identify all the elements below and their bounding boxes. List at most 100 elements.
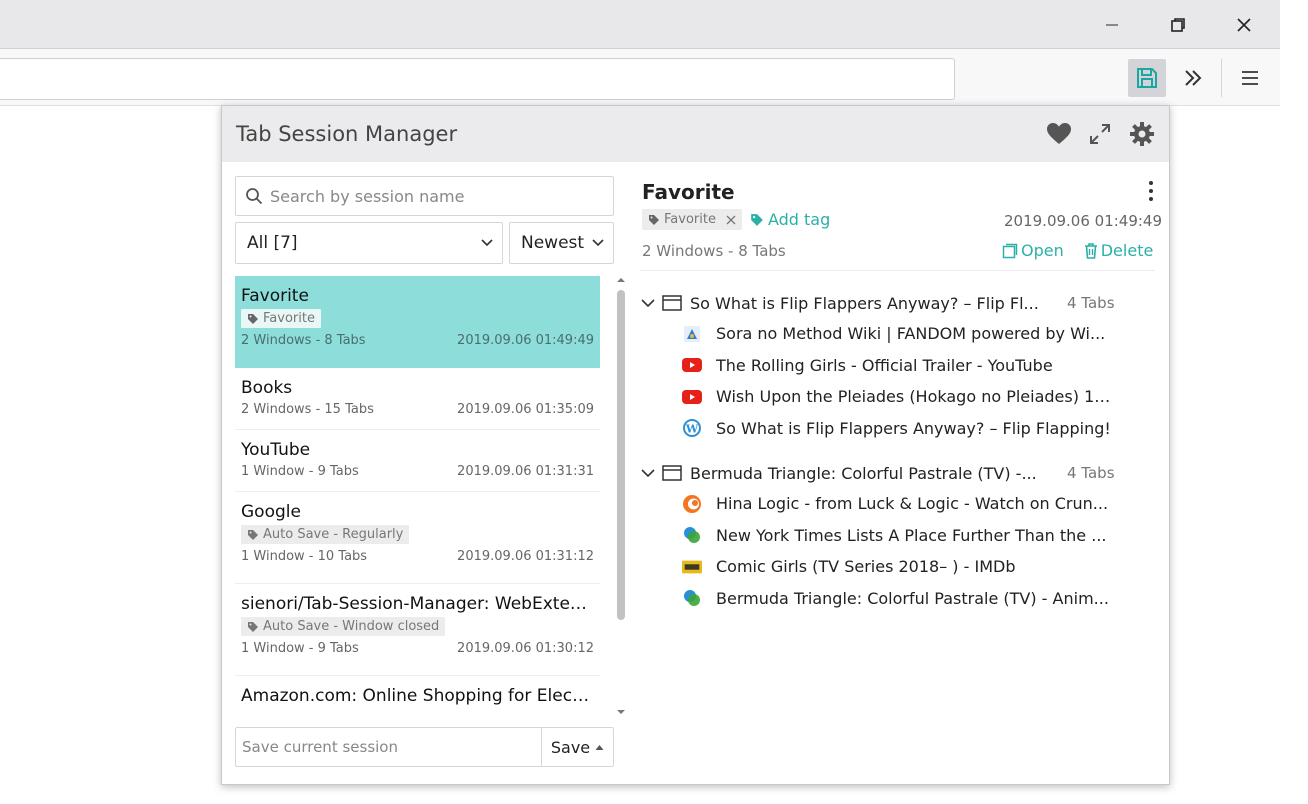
tab-session-manager-popup: Tab Session Manager Search by session na… <box>221 105 1170 785</box>
filter-select[interactable]: All [7] <box>235 222 503 264</box>
chevron-down-icon[interactable] <box>640 297 656 309</box>
app-menu-button[interactable] <box>1231 59 1269 97</box>
session-date: 2019.09.06 01:49:49 <box>457 332 594 348</box>
anime-news-network-favicon-icon <box>684 590 700 607</box>
detail-menu-button[interactable] <box>1143 178 1159 208</box>
restore-icon <box>1171 18 1185 32</box>
tab-item[interactable]: Bermuda Triangle: Colorful Pastrale (TV)… <box>640 583 1160 615</box>
tab-session-manager-button[interactable] <box>1128 59 1166 97</box>
toolbar-separator <box>1221 59 1222 97</box>
session-date: 2019.09.06 01:35:09 <box>457 402 594 417</box>
session-date: 2019.09.06 01:31:31 <box>457 464 594 479</box>
session-date: 2019.09.06 01:31:12 <box>457 548 594 564</box>
tab-item[interactable]: Comic Girls (TV Series 2018– ) - IMDb <box>640 551 1160 583</box>
tab-title: Bermuda Triangle: Colorful Pastrale (TV)… <box>716 588 1109 608</box>
tab-title: New York Times Lists A Place Further Tha… <box>716 525 1107 545</box>
popup-title: Tab Session Manager <box>236 122 458 146</box>
gear-icon <box>1130 122 1154 146</box>
detail-count: 2 Windows - 8 Tabs <box>642 242 786 260</box>
session-tag: Auto Save - Window closed <box>241 617 446 636</box>
tab-item[interactable]: The Rolling Girls - Official Trailer - Y… <box>640 350 1160 382</box>
tab-title: Wish Upon the Pleiades (Hokago no Pleiad… <box>716 387 1116 407</box>
anime-news-network-favicon-icon <box>684 527 700 544</box>
window-tab-count: 4 Tabs <box>1067 294 1115 312</box>
scroll-down-icon <box>617 710 625 714</box>
chevron-down-icon <box>481 239 493 247</box>
search-input[interactable] <box>270 177 600 215</box>
tab-item[interactable]: Sora no Method Wiki | FANDOM powered by … <box>640 318 1160 350</box>
close-window-button[interactable] <box>1224 8 1264 42</box>
session-name: Amazon.com: Online Shopping for Electro.… <box>241 686 594 706</box>
session-item[interactable]: YouTube 1 Window - 9 Tabs 2019.09.06 01:… <box>235 430 600 492</box>
session-item[interactable]: Favorite Favorite 2 Windows - 8 Tabs 201… <box>235 276 600 368</box>
window-header[interactable]: Bermuda Triangle: Colorful Pastrale (TV)… <box>640 458 1160 488</box>
open-button[interactable]: Open <box>1002 241 1064 260</box>
sort-select[interactable]: Newest <box>509 222 614 264</box>
session-name: Books <box>241 378 293 398</box>
search-icon <box>246 188 263 205</box>
tag-icon <box>248 313 258 324</box>
window-title: Bermuda Triangle: Colorful Pastrale (TV)… <box>690 463 1037 483</box>
fandom-favicon-icon <box>684 325 700 342</box>
minimize-icon <box>1106 24 1118 26</box>
double-chevron-right-icon <box>1185 70 1202 86</box>
tab-title: So What is Flip Flappers Anyway? – Flip … <box>716 418 1111 438</box>
youtube-favicon-icon <box>682 358 702 373</box>
tab-title: Comic Girls (TV Series 2018– ) - IMDb <box>716 557 1016 577</box>
session-date: 2019.09.06 01:30:12 <box>457 640 594 656</box>
delete-button[interactable]: Delete <box>1084 241 1153 260</box>
window-group: So What is Flip Flappers Anyway? – Flip … <box>640 288 1160 444</box>
tab-item[interactable]: Hina Logic - from Luck & Logic - Watch o… <box>640 488 1160 520</box>
save-button[interactable]: Save <box>541 728 613 766</box>
session-name: Favorite <box>241 286 309 306</box>
window-tab-count: 4 Tabs <box>1067 464 1115 482</box>
save-session-bar: Save <box>235 727 614 767</box>
tab-item[interactable]: W So What is Flip Flappers Anyway? – Fli… <box>640 413 1160 445</box>
add-tag-button[interactable]: Add tag <box>750 210 830 229</box>
session-item[interactable]: Amazon.com: Online Shopping for Electro.… <box>235 676 600 716</box>
window-title: So What is Flip Flappers Anyway? – Flip … <box>690 293 1039 313</box>
sort-select-value: Newest <box>521 233 585 253</box>
session-list-scrollbar[interactable] <box>614 276 626 716</box>
chevron-down-icon <box>592 239 604 247</box>
session-count: 1 Window - 10 Tabs <box>241 548 368 564</box>
donate-button[interactable] <box>1045 120 1073 148</box>
settings-button[interactable] <box>1128 120 1156 148</box>
restore-button[interactable] <box>1158 8 1198 42</box>
url-bar[interactable] <box>0 58 955 100</box>
session-name: YouTube <box>241 440 311 460</box>
tab-title: Hina Logic - from Luck & Logic - Watch o… <box>716 494 1109 514</box>
close-icon <box>1237 18 1251 32</box>
heart-icon <box>1047 123 1071 144</box>
wordpress-favicon-icon: W <box>683 419 701 438</box>
session-count: 2 Windows - 8 Tabs <box>241 332 366 348</box>
chevron-down-icon[interactable] <box>640 467 656 479</box>
remove-tag-icon[interactable] <box>726 215 736 225</box>
tab-item[interactable]: Wish Upon the Pleiades (Hokago no Pleiad… <box>640 381 1160 413</box>
session-name: Google <box>241 502 301 522</box>
session-item[interactable]: Books 2 Windows - 15 Tabs 2019.09.06 01:… <box>235 368 600 430</box>
detail-title: Favorite <box>642 180 735 204</box>
session-tag: Favorite <box>241 309 321 328</box>
detail-divider <box>640 270 1155 271</box>
window-header[interactable]: So What is Flip Flappers Anyway? – Flip … <box>640 288 1160 318</box>
session-tag: Auto Save - Regularly <box>241 525 410 544</box>
overflow-menu-button[interactable] <box>1174 59 1212 97</box>
svg-text:W: W <box>685 423 699 436</box>
session-count: 1 Window - 9 Tabs <box>241 640 359 656</box>
session-item[interactable]: Google Auto Save - Regularly 1 Window - … <box>235 492 600 584</box>
session-item[interactable]: sienori/Tab-Session-Manager: WebExtensi.… <box>235 584 600 676</box>
expand-icon <box>1090 124 1110 144</box>
scrollbar-thumb[interactable] <box>617 290 625 620</box>
tab-title: The Rolling Girls - Official Trailer - Y… <box>716 355 1053 375</box>
floppy-disk-icon <box>1137 68 1157 88</box>
browser-toolbar <box>0 48 1280 106</box>
session-name-input[interactable] <box>236 728 541 766</box>
minimize-button[interactable] <box>1092 8 1132 42</box>
trash-icon <box>1084 242 1097 259</box>
youtube-favicon-icon <box>682 389 702 404</box>
tab-item[interactable]: New York Times Lists A Place Further Tha… <box>640 520 1160 552</box>
expand-button[interactable] <box>1086 120 1114 148</box>
window-icon <box>662 465 682 481</box>
window-icon <box>662 295 682 311</box>
